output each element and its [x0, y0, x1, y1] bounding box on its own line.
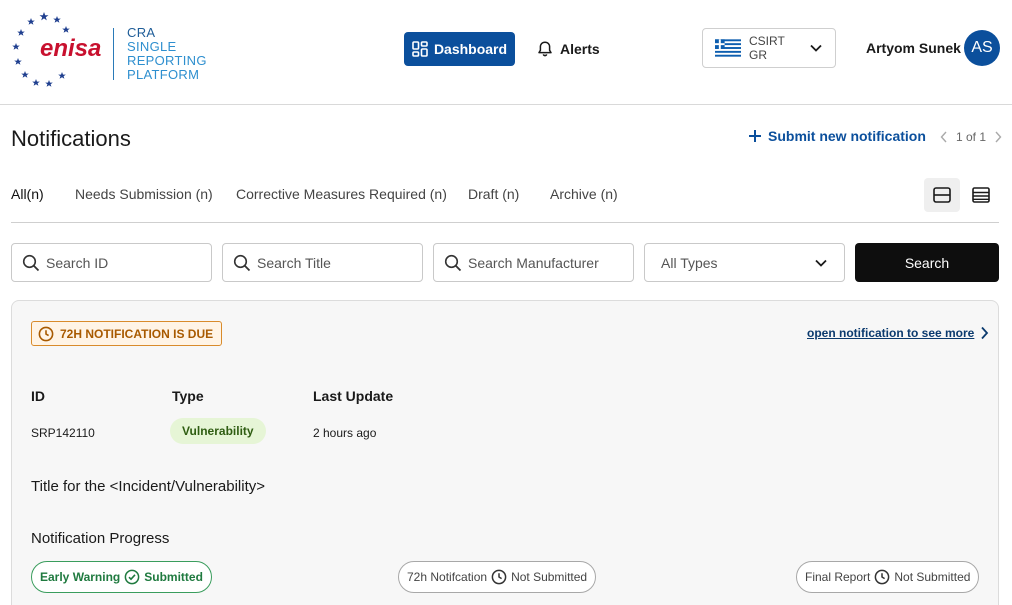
- platform-name-line: SINGLE: [127, 39, 177, 54]
- enisa-logo-mark: enisa: [12, 12, 101, 87]
- tab-draft[interactable]: Draft (n): [468, 186, 519, 202]
- greece-flag-icon: [715, 39, 741, 57]
- country-select[interactable]: CSIRT GR: [702, 28, 836, 68]
- stage-final-report: Final Report Not Submitted: [796, 561, 980, 593]
- dashboard-icon: [412, 41, 428, 57]
- search-title-placeholder: Search Title: [257, 254, 331, 271]
- type-select[interactable]: All Types: [644, 243, 845, 282]
- stage-status: Not Submitted: [894, 570, 971, 584]
- tab-needs-submission[interactable]: Needs Submission (n): [75, 186, 213, 202]
- stage-72h-notification: 72h Notifcation Not Submitted: [398, 561, 597, 593]
- type-chip: Vulnerability: [170, 418, 266, 444]
- stage-name: Final Report: [805, 570, 871, 584]
- user-name[interactable]: Artyom Sunek: [866, 40, 961, 56]
- nav-alerts-label: Alerts: [560, 41, 600, 57]
- search-icon: [444, 254, 462, 271]
- chevron-right-icon: [981, 326, 989, 340]
- progress-label: Notification Progress: [31, 530, 170, 547]
- card-view-icon: [933, 187, 951, 203]
- search-manufacturer-placeholder: Search Manufacturer: [468, 254, 599, 271]
- platform-name-line: CRA: [127, 25, 156, 40]
- notification-card: 72H NOTIFICATION IS DUE open notificatio…: [11, 300, 999, 605]
- due-badge-label: 72H NOTIFICATION IS DUE: [60, 326, 214, 341]
- country-select-value: CSIRT GR: [749, 34, 785, 62]
- open-notification-label: open notification to see more: [807, 326, 975, 340]
- stage-status: Not Submitted: [511, 570, 588, 584]
- list-view-icon: [972, 187, 990, 203]
- last-update-value: 2 hours ago: [313, 426, 377, 440]
- pager: 1 of 1: [940, 130, 1002, 144]
- chevron-down-icon: [810, 44, 822, 52]
- notification-id: SRP142110: [31, 426, 95, 440]
- clock-icon: [491, 569, 507, 585]
- app-header: enisa CRA SINGLE REPORTING PLATFORM Dash…: [0, 0, 1012, 105]
- nav-dashboard-label: Dashboard: [433, 41, 508, 57]
- plus-icon: [749, 130, 761, 142]
- enisa-logo-wordmark: enisa: [40, 35, 101, 62]
- platform-name: CRA SINGLE REPORTING PLATFORM: [127, 26, 207, 82]
- page-title: Notifications: [11, 126, 131, 151]
- tab-corrective-measures[interactable]: Corrective Measures Required (n): [236, 186, 447, 202]
- bell-icon: [538, 41, 552, 57]
- tab-all[interactable]: All(n): [11, 186, 44, 202]
- submit-new-notification-label: Submit new notification: [768, 128, 926, 144]
- id-column-header: ID: [31, 388, 45, 404]
- card-view-toggle[interactable]: [924, 178, 960, 212]
- list-view-toggle[interactable]: [963, 178, 999, 212]
- chevron-right-icon[interactable]: [994, 131, 1002, 143]
- stage-name: 72h Notifcation: [407, 570, 488, 584]
- search-button[interactable]: Search: [855, 243, 999, 282]
- search-id-placeholder: Search ID: [46, 254, 109, 271]
- type-column-header: Type: [172, 388, 204, 404]
- search-icon: [22, 254, 40, 271]
- search-title-input[interactable]: Search Title: [222, 243, 423, 282]
- pager-label: 1 of 1: [956, 130, 987, 144]
- nav-dashboard-button[interactable]: Dashboard: [404, 32, 515, 66]
- notification-tabs: All(n) Needs Submission (n) Corrective M…: [11, 178, 999, 223]
- check-circle-icon: [124, 569, 140, 585]
- tab-archive[interactable]: Archive (n): [550, 186, 618, 202]
- stage-name: Early Warning: [40, 570, 121, 584]
- enisa-logo[interactable]: enisa: [12, 10, 112, 90]
- submit-new-notification-button[interactable]: Submit new notification: [748, 128, 926, 144]
- clock-icon: [38, 326, 54, 341]
- chevron-left-icon[interactable]: [940, 131, 948, 143]
- avatar[interactable]: AS: [964, 30, 1000, 66]
- platform-name-line: REPORTING: [127, 53, 207, 68]
- logo-divider: [113, 28, 114, 80]
- chevron-down-icon: [815, 259, 827, 267]
- search-icon: [233, 254, 251, 271]
- search-id-input[interactable]: Search ID: [11, 243, 212, 282]
- open-notification-link[interactable]: open notification to see more: [807, 326, 989, 340]
- last-update-column-header: Last Update: [313, 388, 394, 404]
- platform-name-line: PLATFORM: [127, 67, 200, 82]
- nav-alerts-button[interactable]: Alerts: [536, 32, 600, 66]
- clock-icon: [875, 569, 890, 585]
- notification-title: Title for the <Incident/Vulnerability>: [31, 478, 266, 495]
- stage-early-warning: Early Warning Submitted: [31, 561, 212, 593]
- due-badge: 72H NOTIFICATION IS DUE: [31, 321, 223, 346]
- stage-status: Submitted: [144, 570, 203, 584]
- search-manufacturer-input[interactable]: Search Manufacturer: [433, 243, 634, 282]
- type-select-value: All Types: [661, 254, 718, 271]
